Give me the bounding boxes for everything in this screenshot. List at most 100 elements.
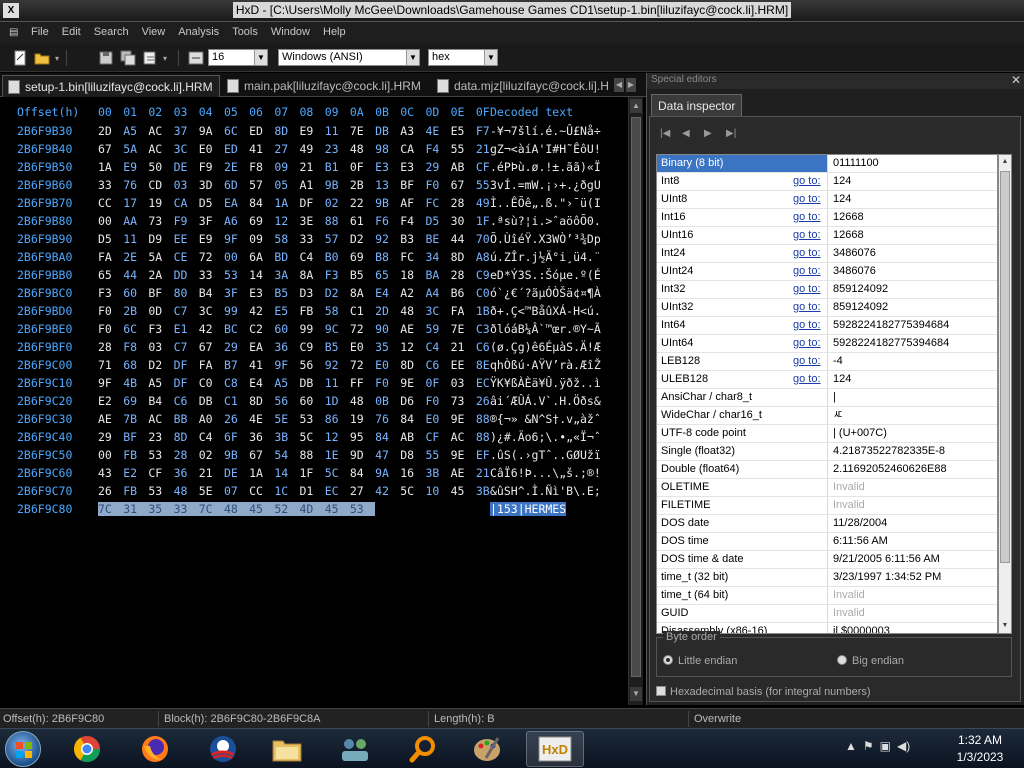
inspector-row[interactable]: DOS date 11/28/2004 [657,515,997,533]
inspector-row[interactable]: OLETIME Invalid [657,479,997,497]
hex-byte[interactable]: BF [123,430,148,444]
charset-select[interactable]: Windows (ANSI) ▼ [278,49,420,66]
flag-icon[interactable]: ⚑ [863,739,874,753]
hex-byte[interactable]: 02 [199,448,224,462]
inspector-row[interactable]: LEB128 go to: -4 [657,353,997,371]
hex-byte[interactable]: 8D [274,124,299,138]
hex-byte[interactable]: ED [224,142,249,156]
clock[interactable]: 1:32 AM 1/3/2023 [940,732,1020,766]
hex-byte[interactable]: 80 [174,286,199,300]
tab-data-mjz[interactable]: data.mjz[liluzifayc@cock.li].H [432,75,612,97]
hex-byte[interactable]: DF [300,196,325,210]
inspector-value[interactable]: 5928224182775394684 [829,335,949,352]
menu-analysis[interactable]: Analysis [178,26,219,38]
hex-byte[interactable]: F8 [249,160,274,174]
hex-byte[interactable]: F3 [148,322,173,336]
inspector-value[interactable]: 6:11:56 AM [829,533,888,550]
hex-row[interactable]: 2B6F9B70 CC 17 19 CA D5 EA 84 1A DF 02 22 9B AF FC 28 49… [0,196,628,214]
hex-byte[interactable]: 5C [300,430,325,444]
inspector-row[interactable]: AnsiChar / char8_t | [657,389,997,407]
row-bytes[interactable]: D5 11 D9 EE E9 9F 09 58 33 57 D2 92 B3 BE 44 70 [98,232,501,246]
hex-byte[interactable]: A2 [400,286,425,300]
hex-byte[interactable]: 00 [224,250,249,264]
hex-byte[interactable]: 58 [325,304,350,318]
hex-byte[interactable]: AE [400,322,425,336]
hex-row[interactable]: 2B6F9C00 71 68 D2 DF FA B7 41 9F 56 92 72 E0 8D C6 EE 8E… [0,358,628,376]
big-endian-radio[interactable]: Big endian [837,655,904,667]
inspector-row[interactable]: time_t (64 bit) Invalid [657,587,997,605]
hex-byte[interactable]: 45 [325,502,350,516]
hex-byte[interactable]: B0 [325,250,350,264]
hex-byte[interactable]: E0 [350,340,375,354]
hex-byte[interactable]: 29 [98,430,123,444]
hex-byte[interactable]: 36 [174,466,199,480]
hex-byte[interactable]: 33 [300,232,325,246]
hex-byte[interactable]: 3D [199,178,224,192]
hex-byte[interactable]: 2D [98,124,123,138]
row-bytes[interactable]: 00 AA 73 F9 3F A6 69 12 3E 88 61 F6 F4 D5 30 1F [98,214,501,228]
goto-link[interactable]: go to: [793,245,821,262]
inspector-row[interactable]: UInt8 go to: 124 [657,191,997,209]
row-bytes[interactable]: FA 2E 5A CE 72 00 6A BD C4 B0 69 B8 FC 34 8D A8 [98,250,501,264]
hex-byte[interactable]: 48 [350,142,375,156]
hex-row[interactable]: 2B6F9BB0 65 44 2A DD 33 53 14 3A 8A F3 B5 65 18 BA 28 C9… [0,268,628,286]
hex-byte[interactable]: BA [425,268,450,282]
inspector-value[interactable]: 12668 [829,209,864,226]
hex-row[interactable]: 2B6F9B90 D5 11 D9 EE E9 9F 09 58 33 57 D2 92 B3 BE 44 70… [0,232,628,250]
hex-byte[interactable]: D6 [400,394,425,408]
inspector-value[interactable]: 3/23/1997 1:34:52 PM [829,569,941,586]
scroll-thumb[interactable] [631,117,641,677]
hex-byte[interactable]: 2E [224,160,249,174]
hex-byte[interactable]: 49 [300,142,325,156]
goto-link[interactable]: go to: [793,173,821,190]
hex-byte[interactable]: 9D [350,448,375,462]
inspector-value[interactable]: 124 [829,191,851,208]
row-bytes[interactable]: 1A E9 50 DE F9 2E F8 09 21 B1 0F E3 E3 29 AB CF [98,160,501,174]
hex-byte[interactable]: 12 [325,430,350,444]
hex-byte[interactable]: DB [300,376,325,390]
hex-row[interactable]: 2B6F9C40 29 BF 23 8D C4 6F 36 3B 5C 12 95 84 AB CF AC 88… [0,430,628,448]
row-decoded-text[interactable]: CâÏ6!Þ...\„š.;®! [490,466,601,480]
hex-byte[interactable]: 42 [375,484,400,498]
hex-byte[interactable]: CF [425,430,450,444]
hex-byte[interactable]: 3C [425,304,450,318]
hex-byte[interactable]: 34 [425,250,450,264]
row-bytes[interactable]: E2 69 B4 C6 DB C1 8D 56 60 1D 48 0B D6 F0 73 26 [98,394,501,408]
hex-byte[interactable]: 3E [300,214,325,228]
hex-byte[interactable]: 44 [123,268,148,282]
hex-byte[interactable]: D8 [400,448,425,462]
hex-byte[interactable]: E9 [300,124,325,138]
hex-byte[interactable]: 99 [224,304,249,318]
hex-byte[interactable]: AE [98,412,123,426]
hex-byte[interactable]: 84 [400,412,425,426]
row-bytes[interactable]: 43 E2 CF 36 21 DE 1A 14 1F 5C 84 9A 16 3B AE 21 [98,466,501,480]
hex-byte[interactable]: 16 [400,466,425,480]
hex-byte[interactable]: 9E [451,448,476,462]
inspector-value[interactable]: 01111100 [829,155,879,172]
hex-byte[interactable]: ED [249,124,274,138]
menu-edit[interactable]: Edit [62,26,81,38]
open-dropdown-icon[interactable]: ▾ [52,48,62,68]
hex-byte[interactable]: 60 [300,394,325,408]
hex-byte[interactable]: 44 [451,232,476,246]
hex-row[interactable]: 2B6F9C60 43 E2 CF 36 21 DE 1A 14 1F 5C 84 9A 16 3B AE 21… [0,466,628,484]
hex-byte[interactable]: A4 [425,286,450,300]
hex-byte[interactable]: 53 [148,448,173,462]
hex-byte[interactable]: 92 [325,358,350,372]
hex-byte[interactable]: CA [400,142,425,156]
hex-byte[interactable]: 53 [300,412,325,426]
hex-byte[interactable]: 2D [375,304,400,318]
hex-byte[interactable]: 67 [98,142,123,156]
goto-link[interactable]: go to: [793,335,821,352]
hex-byte[interactable]: C6 [174,394,199,408]
hex-byte[interactable]: FA [199,358,224,372]
hex-byte[interactable]: 4E [249,412,274,426]
hex-byte[interactable]: BF [400,178,425,192]
hex-byte[interactable]: B4 [148,394,173,408]
hex-byte[interactable]: 59 [425,322,450,336]
hex-byte[interactable]: 84 [375,430,400,444]
hex-byte[interactable]: 56 [300,358,325,372]
inspector-value[interactable]: 2.11692052460626E88 [829,461,947,478]
scroll-up-icon[interactable]: ▲ [630,99,642,113]
hex-byte[interactable]: 33 [199,268,224,282]
